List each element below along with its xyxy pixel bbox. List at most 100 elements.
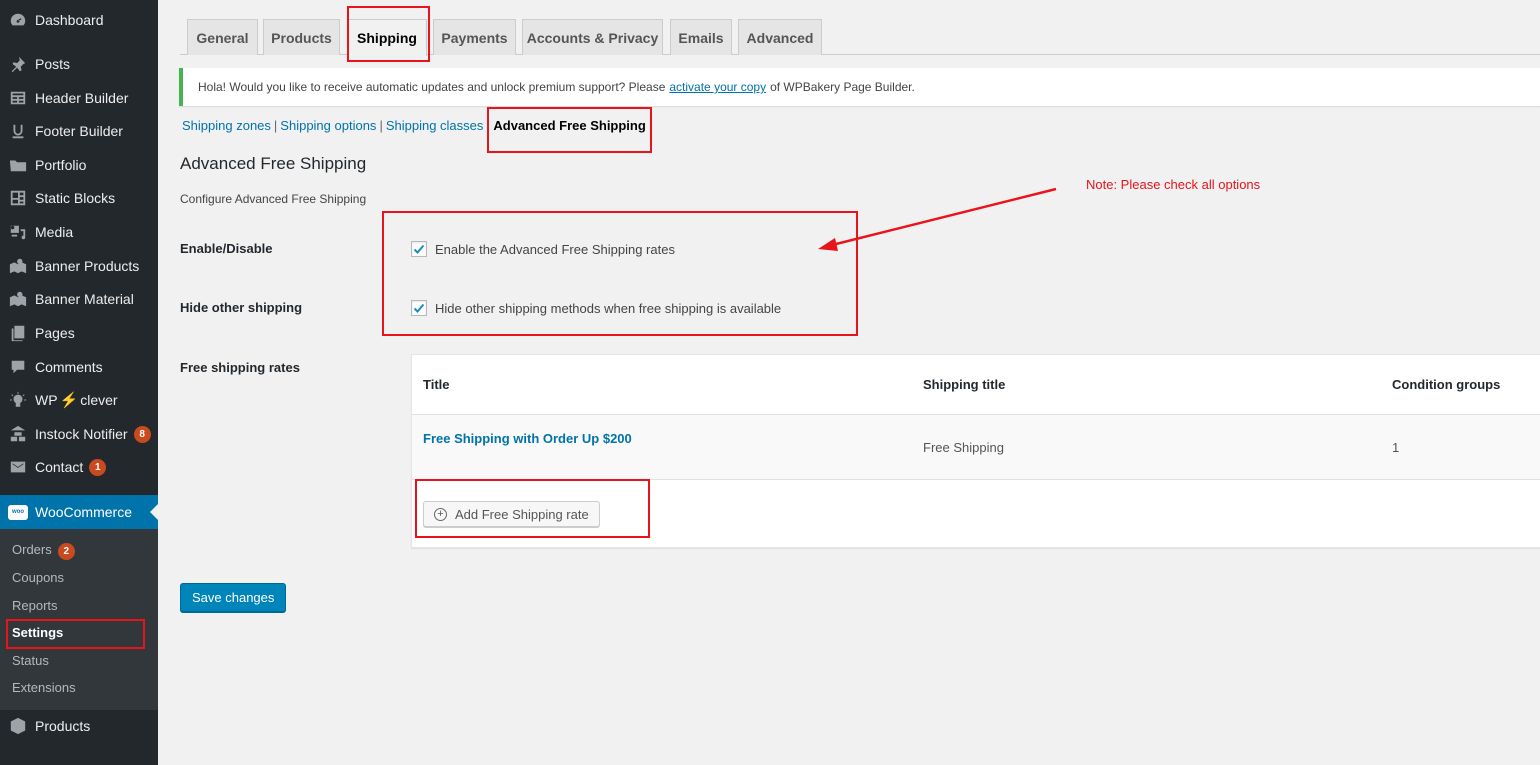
notice-text-end: of WPBakery Page Builder. [770, 80, 915, 94]
sidebar-item-portfolio[interactable]: Portfolio [0, 148, 158, 182]
checkmark-icon [413, 303, 425, 313]
tab-accounts-privacy[interactable]: Accounts & Privacy [522, 19, 663, 55]
hide-other-shipping-label: Hide other shipping [180, 300, 303, 315]
woo-logo: woo [8, 504, 28, 520]
submenu-orders[interactable]: Orders 2 [12, 542, 75, 560]
shipping-subnav: Shipping zones | Shipping options | Ship… [182, 118, 646, 133]
sidebar-item-label: Pages [35, 325, 75, 341]
sidebar-item-label: Portfolio [35, 157, 87, 173]
subnav-shipping-options[interactable]: Shipping options [280, 118, 376, 133]
folder-icon [8, 155, 28, 175]
sidebar-item-woocommerce[interactable]: woo WooCommerce [0, 495, 158, 529]
sidebar-item-products[interactable]: Products [0, 709, 158, 743]
section-title: Advanced Free Shipping [180, 154, 367, 173]
sidebar-item-banner-products[interactable]: Banner Products [0, 249, 158, 283]
sidebar-item-label-prefix: WP [35, 392, 58, 408]
submenu-coupons[interactable]: Coupons [12, 570, 64, 585]
subnav-shipping-zones[interactable]: Shipping zones [182, 118, 271, 133]
subnav-shipping-classes[interactable]: Shipping classes [386, 118, 484, 133]
hide-other-shipping-checkbox-row[interactable]: Hide other shipping methods when free sh… [411, 300, 781, 316]
notification-badge: 8 [133, 425, 151, 443]
pages-icon [8, 323, 28, 343]
hide-other-shipping-checkbox[interactable] [411, 300, 427, 316]
section-description: Configure Advanced Free Shipping [180, 192, 367, 206]
map-pin-icon [8, 289, 28, 309]
subnav-advanced-free-shipping[interactable]: Advanced Free Shipping [493, 118, 645, 133]
sidebar-item-footer-builder[interactable]: Footer Builder [0, 114, 158, 148]
sidebar-item-instock-notifier[interactable]: Instock Notifier 8 [0, 417, 158, 451]
plus-circle-icon: + [434, 507, 447, 521]
rate-shipping-title: Free Shipping [923, 440, 1004, 455]
sidebar-item-contact[interactable]: Contact 1 [0, 450, 158, 484]
sidebar-item-dashboard[interactable]: Dashboard [0, 3, 158, 37]
sidebar-item-label: WooCommerce [35, 504, 132, 520]
media-icon [8, 222, 28, 242]
table-row: Free Shipping with Order Up $200 Free Sh… [412, 414, 1540, 480]
sidebar-item-label: Footer Builder [35, 123, 123, 139]
sidebar-item-header-builder[interactable]: Header Builder [0, 81, 158, 115]
checkbox-label: Enable the Advanced Free Shipping rates [435, 241, 675, 257]
boxes-icon [8, 424, 28, 444]
sidebar-item-label: Banner Products [35, 258, 140, 274]
sidebar-item-label: Products [35, 718, 91, 734]
sidebar-item-label: Static Blocks [35, 190, 116, 206]
box-icon [8, 716, 28, 736]
checkmark-icon [413, 244, 425, 254]
sidebar-item-label: Contact [35, 459, 84, 475]
column-header-shipping-title: Shipping title [923, 377, 1006, 392]
tab-shipping[interactable]: Shipping [347, 19, 427, 56]
submenu-reports[interactable]: Reports [12, 598, 58, 613]
notification-badge: 2 [57, 543, 75, 560]
table-icon [8, 88, 28, 108]
enable-rates-checkbox[interactable] [411, 241, 427, 257]
sidebar-item-media[interactable]: Media [0, 215, 158, 249]
rate-condition-groups: 1 [1392, 440, 1400, 455]
page: Dashboard Posts Header Builder Footer Bu… [0, 0, 1540, 765]
notice-text: Hola! Would you like to receive automati… [198, 80, 666, 94]
tab-general[interactable]: General [187, 19, 258, 55]
lightbulb-icon [8, 390, 28, 410]
sidebar-item-pages[interactable]: Pages [0, 316, 158, 350]
submenu-settings[interactable]: Settings [12, 625, 63, 640]
add-free-shipping-rate-button[interactable]: + Add Free Shipping rate [423, 501, 600, 527]
blocks-icon [8, 188, 28, 208]
pin-icon [8, 54, 28, 74]
free-shipping-rates-label: Free shipping rates [180, 360, 300, 375]
annotation-note: Note: Please check all options [1086, 177, 1261, 192]
submenu-status[interactable]: Status [12, 653, 49, 668]
admin-sidebar: Dashboard Posts Header Builder Footer Bu… [0, 0, 158, 765]
sidebar-item-label: Media [35, 224, 74, 240]
settings-tabs: General Products Shipping Payments Accou… [180, 19, 1540, 56]
column-header-title: Title [423, 377, 450, 392]
annotation-box-checkboxes [382, 211, 858, 336]
tab-payments[interactable]: Payments [433, 19, 516, 55]
activate-link[interactable]: activate your copy [669, 80, 766, 94]
tab-emails[interactable]: Emails [670, 19, 732, 55]
map-pin-icon [8, 256, 28, 276]
sidebar-item-label: Instock Notifier [35, 426, 128, 442]
enable-disable-label: Enable/Disable [180, 241, 273, 256]
woo-icon: woo [8, 502, 28, 522]
save-changes-button[interactable]: Save changes [180, 583, 287, 612]
enable-rates-checkbox-row[interactable]: Enable the Advanced Free Shipping rates [411, 241, 675, 257]
separator: | [273, 118, 278, 133]
sidebar-item-comments[interactable]: Comments [0, 350, 158, 384]
sidebar-item-label: Posts [35, 56, 71, 72]
tab-products[interactable]: Products [263, 19, 340, 55]
free-shipping-rates-table: Title Shipping title Condition groups Fr… [411, 354, 1540, 548]
column-header-condition-groups: Condition groups [1392, 377, 1501, 392]
woocommerce-submenu: Orders 2 Coupons Reports Settings Status … [0, 529, 158, 710]
rate-title-link[interactable]: Free Shipping with Order Up $200 [423, 431, 632, 446]
sidebar-item-label: Banner Material [35, 291, 134, 307]
sidebar-item-posts[interactable]: Posts [0, 47, 158, 81]
current-menu-arrow [150, 504, 158, 520]
sidebar-item-wpclever[interactable]: WP ⚡ clever [0, 383, 158, 417]
dashboard-icon [8, 10, 28, 30]
update-notice: Hola! Would you like to receive automati… [179, 68, 1540, 106]
sidebar-item-label: Comments [35, 359, 103, 375]
tab-advanced[interactable]: Advanced [738, 19, 822, 55]
submenu-extensions[interactable]: Extensions [12, 680, 76, 695]
sidebar-item-static-blocks[interactable]: Static Blocks [0, 181, 158, 215]
sidebar-item-banner-material[interactable]: Banner Material [0, 282, 158, 316]
checkbox-label: Hide other shipping methods when free sh… [435, 300, 782, 316]
